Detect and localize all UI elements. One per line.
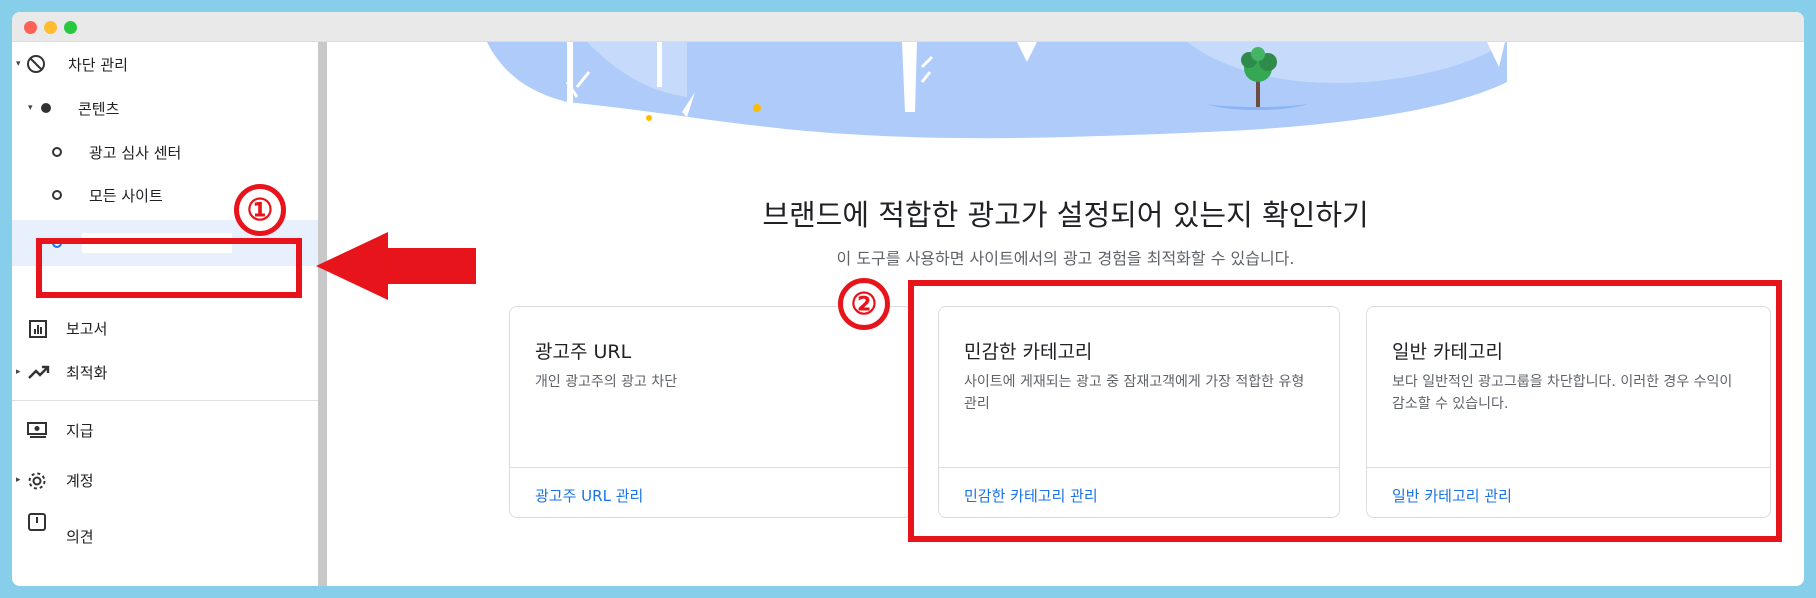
expand-arrow-icon: ▾ (28, 103, 33, 113)
card-description: 개인 광고주의 광고 차단 (535, 374, 678, 390)
sidebar-item-feedback[interactable]: 의견 (12, 498, 318, 546)
sidebar-item-label: 지급 (66, 421, 94, 440)
annotation-highlight-box-1 (36, 238, 302, 298)
sidebar-item-label: 콘텐츠 (78, 99, 120, 118)
sidebar-item-optimization[interactable]: ▸ 최적화 (12, 350, 318, 394)
bullet-icon (41, 103, 51, 113)
sidebar-item-account[interactable]: ▸ 계정 (12, 458, 318, 502)
card-advertiser-url: 광고주 URL 개인 광고주의 광고 차단 광고주 URL 관리 (509, 306, 912, 518)
sidebar-item-ad-review-center[interactable]: 광고 심사 센터 (12, 130, 318, 174)
bullet-ring-icon (52, 147, 62, 157)
sidebar-item-label: 계정 (66, 471, 94, 490)
sidebar-divider (12, 400, 318, 401)
annotation-marker-2: ② (838, 278, 890, 330)
report-chart-icon (29, 320, 47, 338)
collapse-arrow-icon: ▸ (16, 475, 21, 485)
sidebar-item-label: 광고 심사 센터 (89, 143, 182, 162)
page-subline: 이 도구를 사용하면 사이트에서의 광고 경험을 최적화할 수 있습니다. (836, 249, 1295, 268)
minimize-window-button[interactable] (44, 21, 57, 34)
collapse-arrow-icon: ▸ (16, 367, 21, 377)
sidebar-item-label: 의견 (66, 528, 94, 546)
gear-icon (28, 472, 46, 490)
page-headline: 브랜드에 적합한 광고가 설정되어 있는지 확인하기 (762, 198, 1369, 232)
sidebar-item-block-management[interactable]: ▾ 차단 관리 (12, 42, 318, 86)
sidebar-item-label: 최적화 (66, 363, 108, 382)
close-window-button[interactable] (24, 21, 37, 34)
manage-advertiser-url-link[interactable]: 광고주 URL 관리 (535, 485, 643, 506)
payments-icon (27, 422, 47, 438)
expand-arrow-icon: ▾ (16, 59, 21, 69)
annotation-highlight-box-2 (908, 280, 1782, 542)
maximize-window-button[interactable] (64, 21, 77, 34)
sidebar-item-label: 차단 관리 (68, 55, 128, 74)
sidebar-resize-handle[interactable] (318, 42, 327, 586)
trending-up-icon (28, 365, 50, 379)
block-icon (27, 55, 45, 73)
card-title: 광고주 URL (535, 341, 632, 363)
sidebar-item-label: 모든 사이트 (89, 186, 163, 205)
hero-illustration (487, 42, 1507, 139)
sidebar-item-payments[interactable]: 지급 (12, 408, 318, 452)
annotation-marker-1: ① (234, 184, 286, 236)
title-bar (12, 12, 1804, 42)
feedback-icon (28, 513, 46, 531)
bullet-ring-icon (52, 190, 62, 200)
sidebar-item-reports[interactable]: 보고서 (12, 306, 318, 350)
annotation-arrow-icon (316, 232, 476, 300)
sidebar-item-content[interactable]: ▾ 콘텐츠 (12, 86, 318, 130)
sidebar-item-label: 보고서 (66, 319, 108, 338)
sidebar: ▾ 차단 관리 ▾ 콘텐츠 광고 심사 센터 모든 사이트 보고서 ▸ 최적화 … (12, 42, 318, 586)
card-divider (510, 467, 911, 468)
